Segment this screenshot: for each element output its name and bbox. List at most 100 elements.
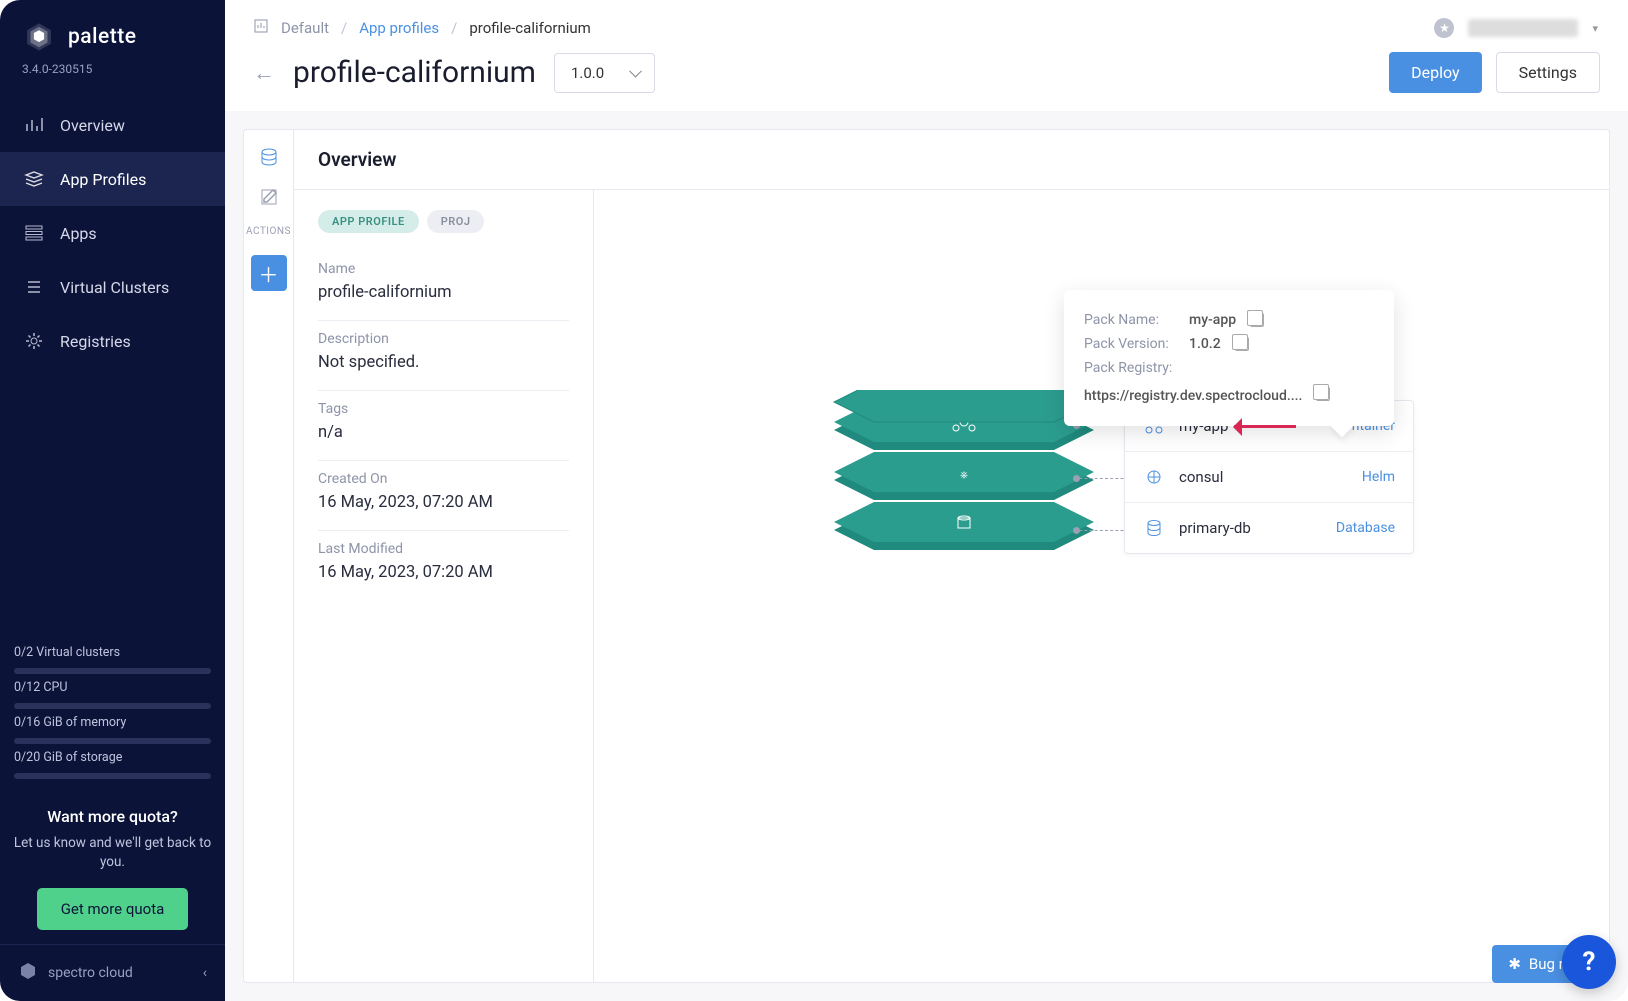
quota-mem: 0/16 GiB of memory — [14, 709, 211, 734]
field-value: n/a — [318, 423, 569, 442]
panel-title: Overview — [318, 148, 1585, 171]
layer-type: Database — [1336, 520, 1395, 536]
brand-logo-icon — [22, 20, 56, 54]
tt-value: my-app — [1189, 312, 1236, 328]
main: Default / App profiles / profile-califor… — [225, 0, 1628, 1001]
layer-type: Helm — [1362, 469, 1395, 485]
arrow-annotation — [1234, 425, 1296, 428]
brand-name: palette — [68, 25, 136, 49]
tt-label: Pack Registry: — [1084, 360, 1179, 376]
layers-icon — [24, 169, 44, 189]
grid-icon — [24, 223, 44, 243]
topbar: Default / App profiles / profile-califor… — [225, 0, 1628, 111]
rail-actions-label: ACTIONS — [246, 226, 291, 237]
content: ACTIONS ＋ Overview APP PROFILE PROJ — [225, 111, 1628, 1001]
settings-button[interactable]: Settings — [1496, 52, 1600, 93]
user-menu[interactable] — [1468, 19, 1578, 37]
pill-app-profile: APP PROFILE — [318, 210, 419, 233]
nav-label: Apps — [60, 224, 97, 243]
field-label: Tags — [318, 401, 569, 417]
pill-proj: PROJ — [427, 210, 485, 233]
breadcrumb-sep: / — [451, 19, 457, 37]
tt-url: https://registry.dev.spectrocloud.... — [1084, 388, 1302, 404]
gear-icon — [24, 331, 44, 351]
spectro-logo-icon — [18, 961, 38, 985]
tt-value: 1.0.2 — [1189, 336, 1221, 352]
canvas: ⎈ — [634, 230, 1569, 830]
nav-app-profiles[interactable]: App Profiles — [0, 152, 225, 206]
field-label: Description — [318, 331, 569, 347]
stack-visual: ⎈ — [824, 390, 1104, 590]
header-row: ← profile-californium 1.0.0 Deploy Setti… — [253, 52, 1600, 111]
breadcrumb-sep: / — [341, 19, 347, 37]
svg-text:⎈: ⎈ — [960, 470, 968, 481]
nav-apps[interactable]: Apps — [0, 206, 225, 260]
nav-label: Registries — [60, 332, 131, 351]
footer-label: spectro cloud — [48, 965, 133, 981]
layer-name: primary-db — [1179, 519, 1322, 537]
quota-prompt: Want more quota? Let us know and we'll g… — [0, 789, 225, 944]
nav-label: Virtual Clusters — [60, 278, 169, 297]
copy-icon[interactable] — [1316, 387, 1330, 401]
chart-icon — [24, 115, 44, 135]
plus-icon: ＋ — [259, 259, 279, 288]
field-value: 16 May, 2023, 07:20 AM — [318, 563, 569, 582]
nav-label: Overview — [60, 116, 125, 135]
quota-storage: 0/20 GiB of storage — [14, 744, 211, 769]
tt-label: Pack Version: — [1084, 336, 1179, 352]
copy-icon[interactable] — [1250, 313, 1264, 327]
chevron-left-icon: ‹ — [203, 965, 207, 981]
quota-bar — [14, 773, 211, 779]
quota-section: 0/2 Virtual clusters 0/12 CPU 0/16 GiB o… — [0, 629, 225, 789]
panel-right: ⎈ — [594, 190, 1609, 982]
database-icon — [1143, 517, 1165, 539]
page-title: profile-californium — [293, 55, 536, 90]
rail-edit-icon[interactable] — [258, 186, 280, 208]
star-icon[interactable]: ★ — [1434, 18, 1454, 38]
breadcrumb-current: profile-californium — [469, 19, 591, 37]
help-icon: ? — [1583, 947, 1596, 977]
list-item-primarydb[interactable]: primary-db Database — [1125, 503, 1413, 553]
quota-sub: Let us know and we'll get back to you. — [10, 834, 215, 872]
back-arrow-icon[interactable]: ← — [253, 60, 275, 86]
chevron-down-icon[interactable]: ▾ — [1592, 22, 1598, 35]
panel: Overview APP PROFILE PROJ Name profile-ca… — [293, 129, 1610, 983]
meta: APP PROFILE PROJ Name profile-californium… — [294, 190, 593, 620]
sidebar-footer[interactable]: spectro cloud ‹ — [0, 944, 225, 1001]
nav: Overview App Profiles Apps Virtual Clust… — [0, 98, 225, 629]
quota-cpu: 0/12 CPU — [14, 674, 211, 699]
version-label: 3.4.0-230515 — [0, 62, 225, 98]
breadcrumb: Default / App profiles / profile-califor… — [253, 10, 1600, 52]
quota-title: Want more quota? — [10, 807, 215, 826]
breadcrumb-app-profiles[interactable]: App profiles — [359, 19, 439, 37]
rail: ACTIONS ＋ — [243, 129, 293, 983]
field-value: Not specified. — [318, 353, 569, 372]
help-fab[interactable]: ? — [1562, 935, 1616, 989]
layer-name: consul — [1179, 468, 1348, 486]
nav-virtual-clusters[interactable]: Virtual Clusters — [0, 260, 225, 314]
deploy-button[interactable]: Deploy — [1389, 52, 1481, 93]
breadcrumb-icon — [253, 18, 269, 38]
field-value: profile-californium — [318, 283, 569, 302]
quota-vc: 0/2 Virtual clusters — [14, 639, 211, 664]
tt-label: Pack Name: — [1084, 312, 1179, 328]
brand: palette — [0, 0, 225, 62]
tooltip: Pack Name: my-app Pack Version: 1.0.2 Pack… — [1064, 290, 1394, 426]
rail-add-button[interactable]: ＋ — [251, 255, 287, 291]
list-item-consul[interactable]: consul Helm — [1125, 452, 1413, 503]
get-more-quota-button[interactable]: Get more quota — [37, 888, 189, 930]
nav-label: App Profiles — [60, 170, 146, 189]
nav-registries[interactable]: Registries — [0, 314, 225, 368]
field-label: Name — [318, 261, 569, 277]
copy-icon[interactable] — [1235, 337, 1249, 351]
breadcrumb-root[interactable]: Default — [281, 19, 329, 37]
field-value: 16 May, 2023, 07:20 AM — [318, 493, 569, 512]
sidebar: palette 3.4.0-230515 Overview App Profil… — [0, 0, 225, 1001]
nav-overview[interactable]: Overview — [0, 98, 225, 152]
panel-left: APP PROFILE PROJ Name profile-californium… — [294, 190, 594, 982]
list-icon — [24, 277, 44, 297]
version-select[interactable]: 1.0.0 — [554, 53, 655, 93]
rail-overview-icon[interactable] — [258, 146, 280, 168]
top-right: ★ ▾ — [1434, 18, 1598, 38]
field-label: Last Modified — [318, 541, 569, 557]
